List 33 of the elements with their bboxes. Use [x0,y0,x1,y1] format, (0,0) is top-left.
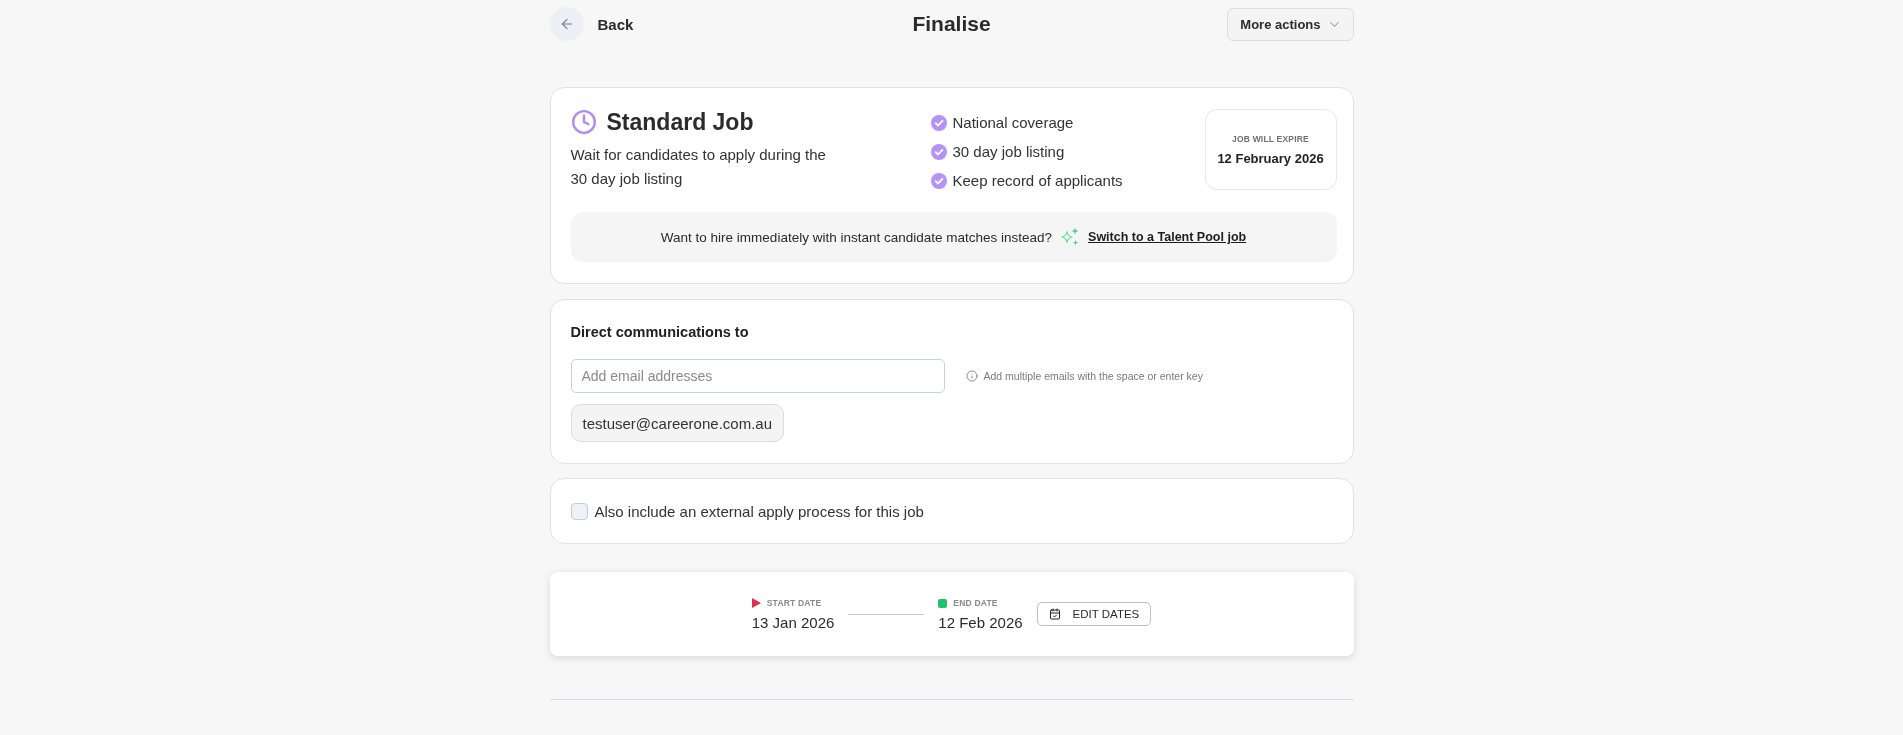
promo-text: Want to hire immediately with instant candidate matches instead? [660,229,1053,245]
talent-pool-link[interactable]: Switch to a Talent Pool job [1088,230,1247,244]
expiry-date: 12 February 2026 [1217,150,1324,166]
job-description: Wait for candidates to apply during the 30 day job listing [570,145,827,189]
sparkle-icon [1060,227,1081,247]
edit-dates-button[interactable]: EDIT DATES [1036,602,1152,626]
end-date-label: END DATE [953,598,998,608]
start-date-label: START DATE [766,598,822,608]
check-circle-icon [930,114,947,131]
expiry-label: JOB WILL EXPIRE [1232,133,1309,144]
check-circle-icon [930,172,947,189]
calendar-icon [1048,608,1061,620]
page-title: Finalise [912,12,991,36]
job-title: Standard Job [606,108,754,136]
end-date: 12 Feb 2026 [938,614,1023,632]
checkbox-label: Also include an external apply process for this job [594,502,924,520]
hint-text: Add multiple emails with the space or enter key [983,370,1203,382]
feature-text: National coverage [952,114,1074,131]
clock-icon [570,109,597,135]
email-tag: testuser@careerone.com.au [570,404,784,442]
feature-text: 30 day job listing [952,143,1065,160]
feature-text: Keep record of applicants [952,172,1123,189]
info-icon [965,370,978,382]
back-button[interactable]: Back [549,7,634,41]
email-input-field[interactable]: Add email addresses [570,359,945,393]
section-heading: Direct communications to [570,323,750,342]
more-actions-button[interactable]: More actions [1227,7,1354,41]
start-date: 13 Jan 2026 [751,614,835,632]
end-marker-icon [938,598,948,608]
checkbox[interactable] [570,502,588,520]
check-circle-icon [930,143,947,160]
start-marker-icon [751,598,761,608]
arrow-left-icon [549,7,584,41]
